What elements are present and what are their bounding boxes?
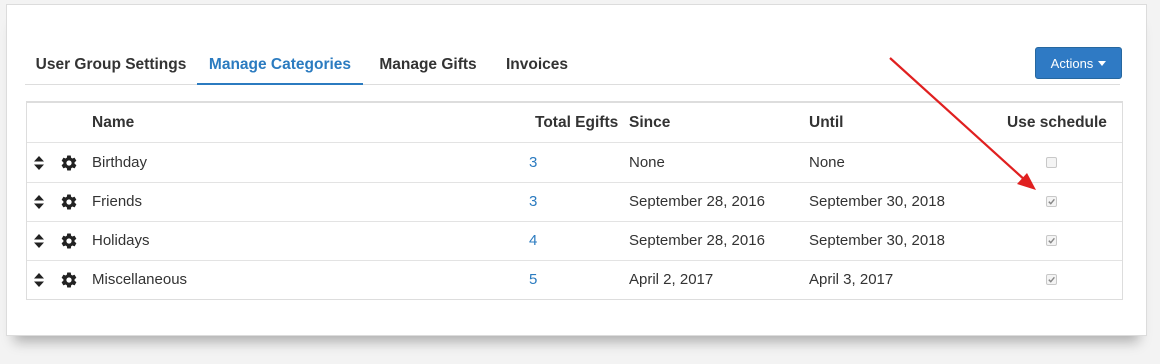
annotation-arrow-icon	[889, 57, 1036, 190]
